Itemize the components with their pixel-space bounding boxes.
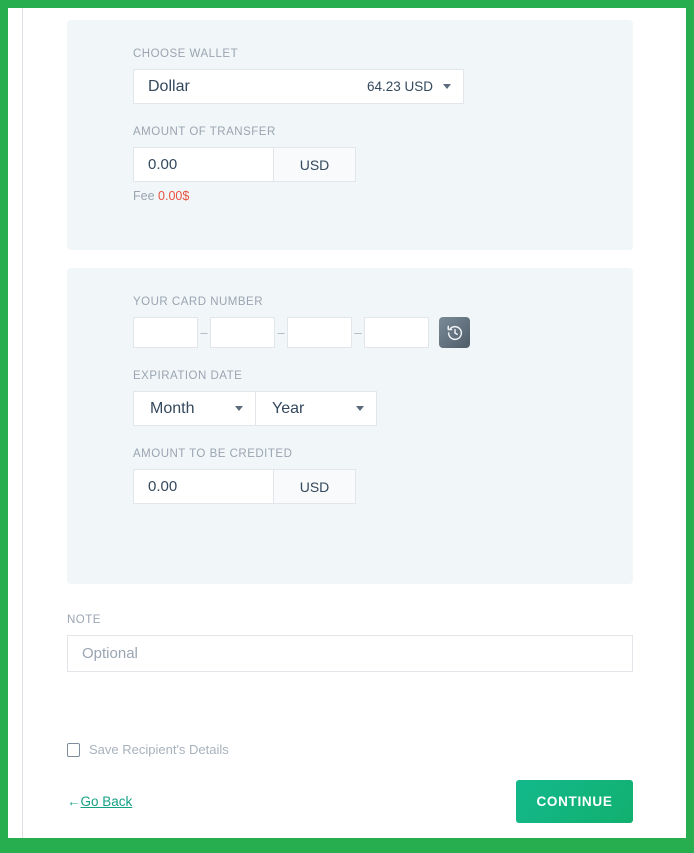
card-number-row: – – – — [133, 317, 633, 348]
save-recipient-checkbox[interactable] — [67, 742, 80, 757]
note-label: NOTE — [67, 614, 101, 626]
card-segment-3[interactable] — [287, 317, 352, 348]
amount-credited-label: AMOUNT TO BE CREDITED — [133, 448, 293, 460]
page-sheet: CHOOSE WALLET Dollar 64.23 USD AMOUNT OF… — [8, 8, 686, 838]
go-back-text: Go Back — [80, 794, 133, 809]
transfer-form: CHOOSE WALLET Dollar 64.23 USD AMOUNT OF… — [67, 20, 633, 824]
transfer-amount-group: USD — [133, 147, 356, 182]
expiry-month-value: Month — [150, 399, 195, 417]
credited-amount-input[interactable] — [133, 469, 273, 504]
choose-wallet-label: CHOOSE WALLET — [133, 48, 239, 60]
transfer-amount-input[interactable] — [133, 147, 273, 182]
continue-button[interactable]: CONTINUE — [516, 780, 633, 823]
expiry-year-value: Year — [272, 399, 305, 417]
card-segment-4[interactable] — [364, 317, 429, 348]
fee-amount: 0.00$ — [158, 189, 190, 203]
fee-label: Fee — [133, 189, 155, 203]
amount-of-transfer-label: AMOUNT OF TRANSFER — [133, 126, 276, 138]
page-gutter-rule — [22, 8, 23, 838]
note-input[interactable] — [67, 635, 633, 672]
card-separator-3: – — [354, 325, 362, 340]
chevron-down-icon — [356, 406, 364, 411]
card-separator-1: – — [200, 325, 208, 340]
wallet-balance-value: 64.23 USD — [366, 79, 433, 94]
note-block: NOTE — [67, 614, 633, 672]
wallet-select-value: Dollar — [148, 77, 190, 95]
expiry-month-select[interactable]: Month — [133, 391, 255, 426]
card-history-button[interactable] — [439, 317, 470, 348]
go-back-link[interactable]: ←Go Back — [67, 794, 132, 809]
card-separator-2: – — [277, 325, 285, 340]
card-segment-2[interactable] — [210, 317, 275, 348]
action-row: ←Go Back CONTINUE — [67, 779, 633, 824]
transfer-currency-suffix: USD — [273, 147, 356, 182]
history-restore-icon — [447, 325, 462, 340]
card-panel-inner: YOUR CARD NUMBER – – – EXPIRATION DATE M… — [67, 296, 633, 504]
chevron-down-icon — [443, 84, 451, 89]
save-recipient-row[interactable]: Save Recipient's Details — [67, 742, 633, 757]
card-panel: YOUR CARD NUMBER – – – EXPIRATION DATE M… — [67, 268, 633, 584]
wallet-panel-inner: CHOOSE WALLET Dollar 64.23 USD AMOUNT OF… — [67, 48, 633, 203]
wallet-select[interactable]: Dollar 64.23 USD — [133, 69, 464, 104]
expiry-year-select[interactable]: Year — [255, 391, 377, 426]
save-recipient-label: Save Recipient's Details — [89, 742, 229, 757]
fee-line: Fee 0.00$ — [133, 189, 633, 203]
expiration-date-label: EXPIRATION DATE — [133, 370, 243, 382]
credited-amount-group: USD — [133, 469, 356, 504]
wallet-panel: CHOOSE WALLET Dollar 64.23 USD AMOUNT OF… — [67, 20, 633, 250]
expiration-row: Month Year — [133, 391, 633, 426]
credited-currency-suffix: USD — [273, 469, 356, 504]
chevron-down-icon — [235, 406, 243, 411]
back-arrow-icon: ← — [67, 794, 81, 809]
card-number-label: YOUR CARD NUMBER — [133, 296, 264, 308]
green-page-frame: CHOOSE WALLET Dollar 64.23 USD AMOUNT OF… — [0, 0, 694, 853]
card-segment-1[interactable] — [133, 317, 198, 348]
